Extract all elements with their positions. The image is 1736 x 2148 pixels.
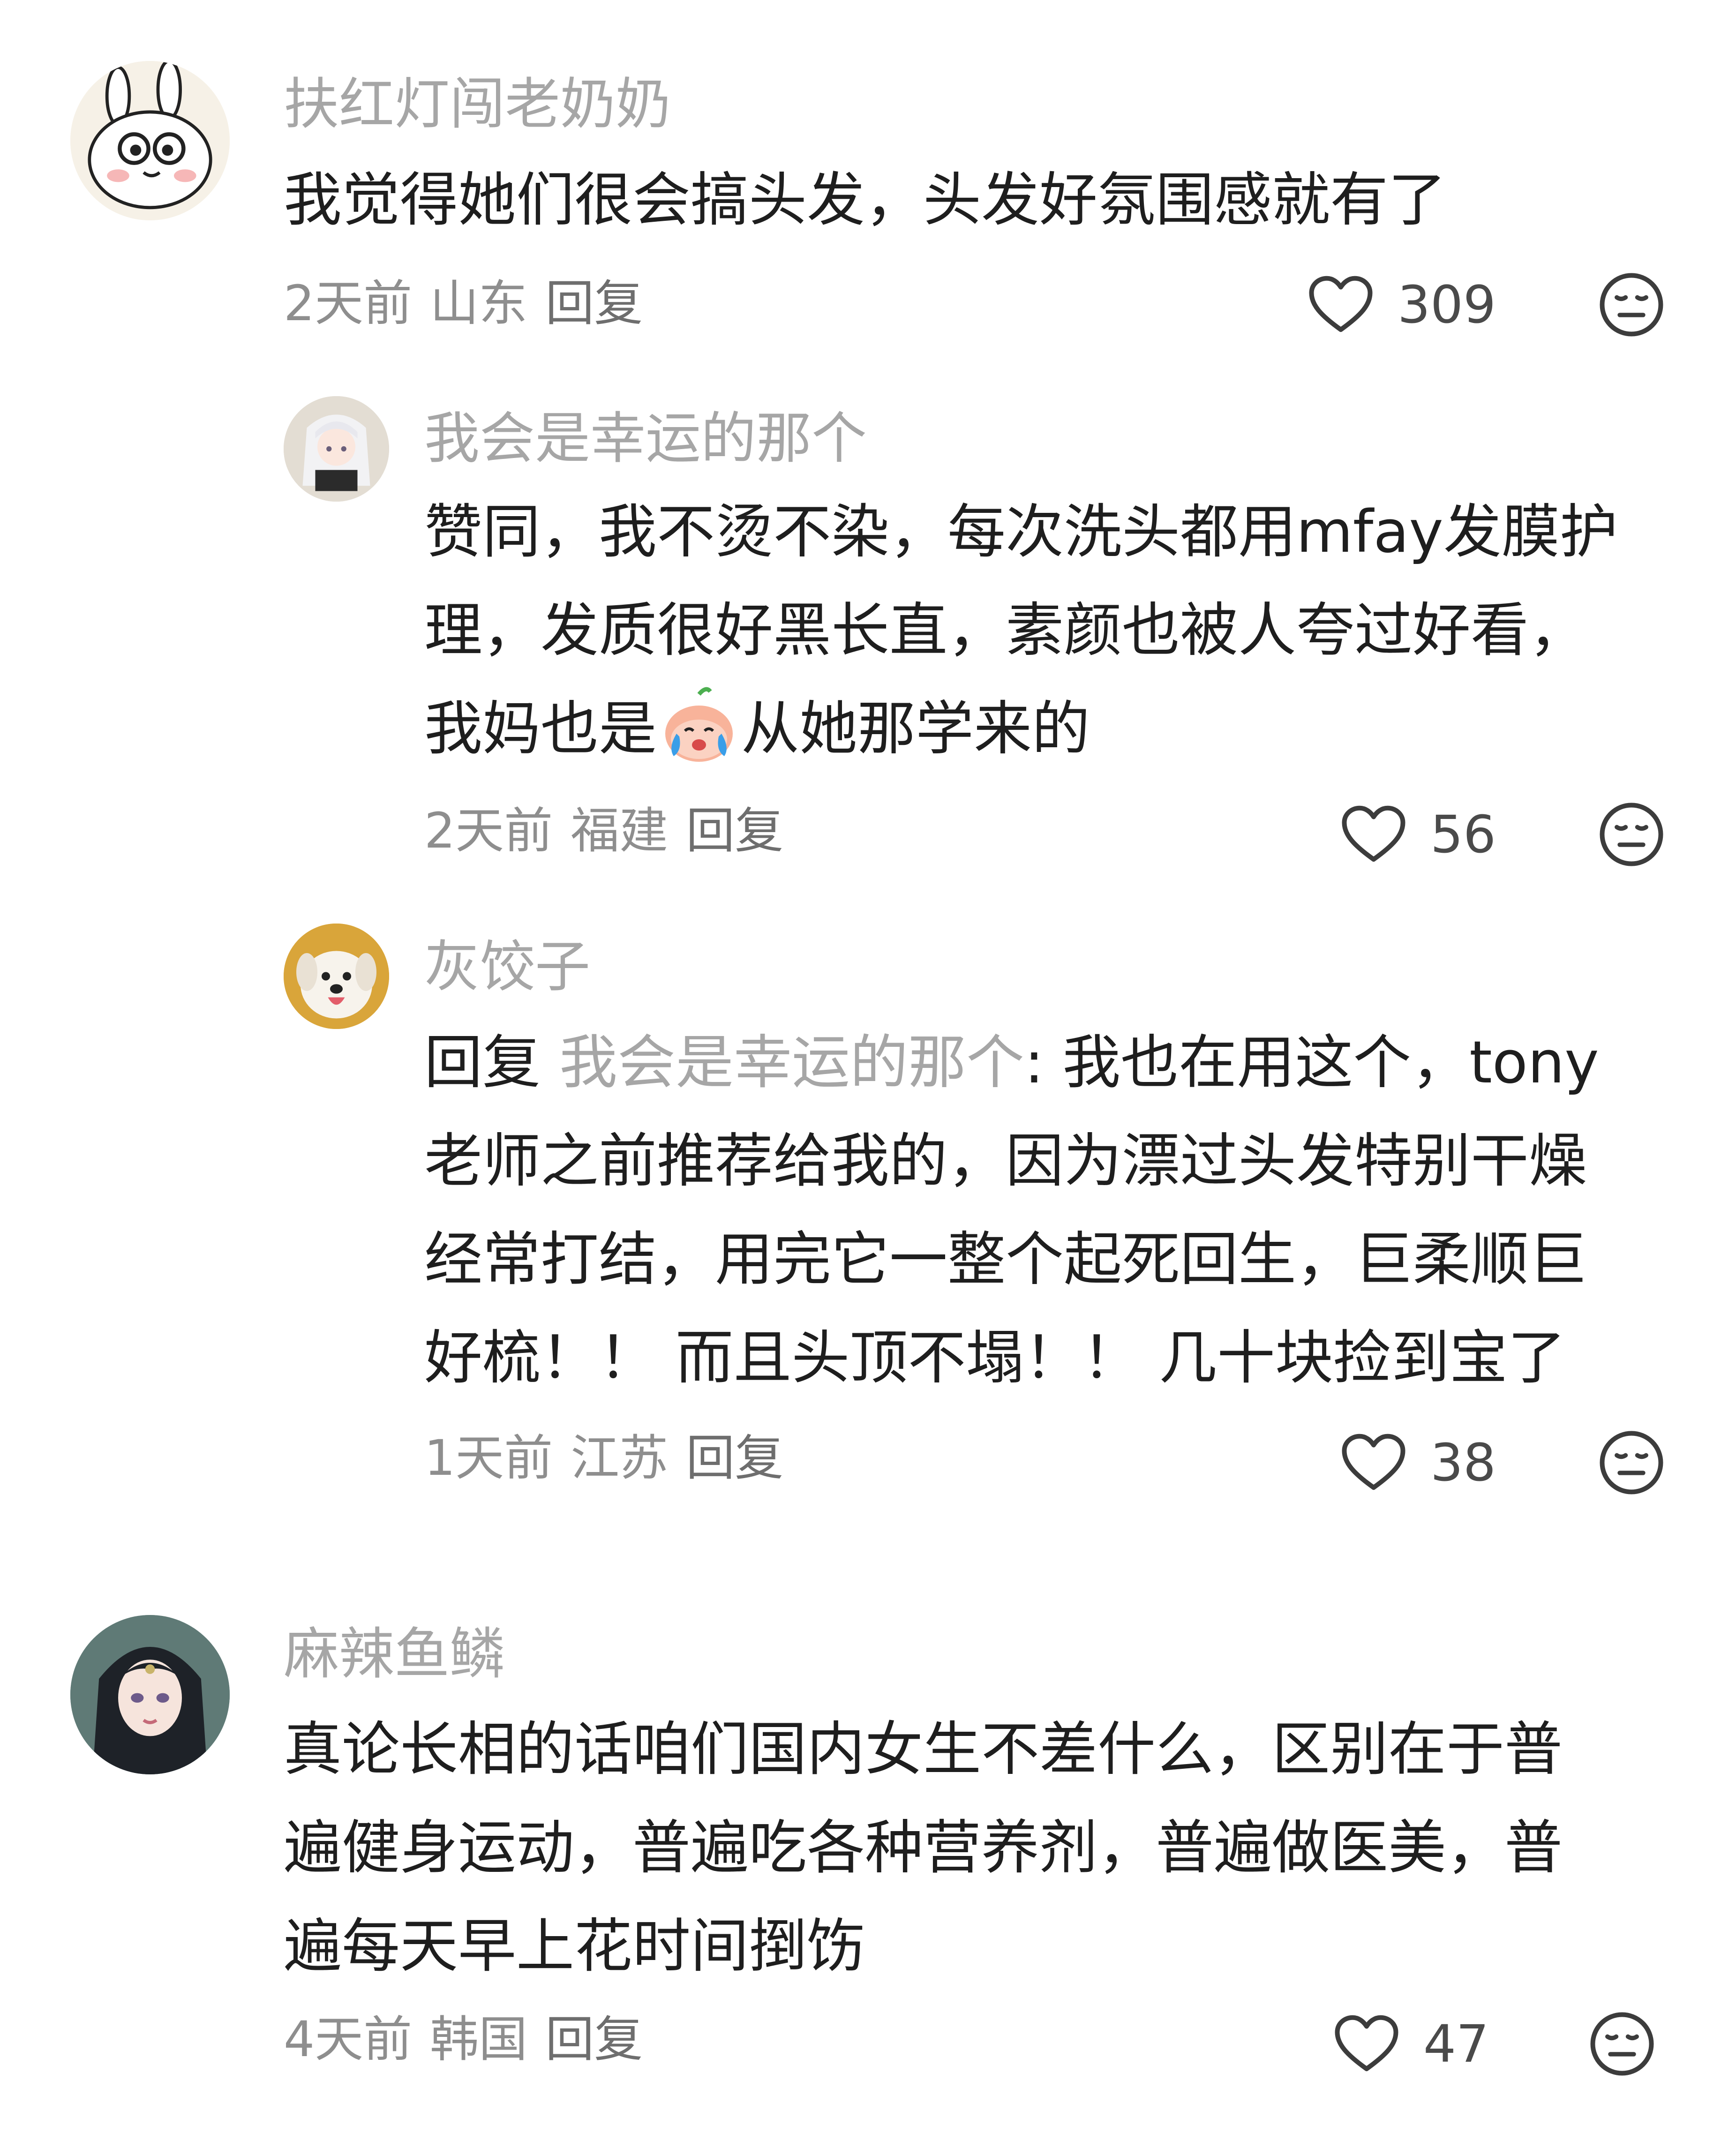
user-avatar[interactable] [284, 396, 389, 502]
like-button[interactable]: 56 [1338, 799, 1496, 870]
comment-line: 遍每天早上花时间捯饬 [284, 1913, 865, 1980]
comment-line-part: 从她那学来的 [741, 695, 1090, 763]
comment-line-part: : 我也在用这个，tony [1024, 1029, 1599, 1097]
location: 福建 [571, 802, 669, 859]
like-count: 38 [1430, 1433, 1496, 1493]
comment-line: 我觉得她们很会搞头发，头发好氛围感就有了 [284, 166, 1447, 234]
comment-line: 回复 我会是幸运的那个: 我也在用这个，tony [424, 1014, 1599, 1112]
comment-line: 遍健身运动，普遍吃各种营养剂，普遍做医美，普 [284, 1814, 1563, 1882]
reply-target-username[interactable]: 我会是幸运的那个 [559, 1029, 1024, 1097]
comment-line-part: 我妈也是 [424, 695, 657, 763]
dog-avatar-icon [284, 924, 389, 1029]
like-button[interactable]: 38 [1338, 1427, 1496, 1498]
timestamp: 2天前 [284, 275, 413, 332]
comment-text: 回复 我会是幸运的那个: 我也在用这个，tony 老师之前推荐给我的，因为漂过头发… [424, 1014, 1599, 1407]
like-count: 56 [1430, 804, 1496, 864]
username[interactable]: 麻辣鱼鳞 [284, 1621, 505, 1687]
like-button[interactable]: 47 [1331, 2009, 1489, 2079]
like-count: 309 [1398, 275, 1496, 335]
user-avatar[interactable] [70, 61, 230, 220]
comment-line: 理，发质很好黑长直，素颜也被人夸过好看， [424, 597, 1587, 664]
comment-line: 经常打结，用完它一整个起死回生，巨柔顺巨 [424, 1226, 1587, 1293]
user-avatar[interactable] [284, 924, 389, 1029]
comment-text: 我觉得她们很会搞头发，头发好氛围感就有了 [284, 151, 1446, 249]
reply-item: 我会是幸运的那个 赞同，我不烫不染，每次洗头都用mfay发膜护 理，发质很好黑长… [0, 375, 1736, 891]
reply-button[interactable]: 回复 [686, 1429, 783, 1487]
portrait-avatar-icon [70, 1615, 230, 1774]
comment-meta: 4天前 韩国 回复 [284, 2009, 643, 2070]
username[interactable]: 扶红灯闯老奶奶 [284, 71, 671, 137]
dislike-button[interactable] [1587, 2009, 1657, 2079]
heart-icon [1342, 1434, 1405, 1490]
like-button[interactable]: 309 [1306, 270, 1496, 340]
meh-face-icon [1600, 803, 1663, 866]
username[interactable]: 灰饺子 [424, 934, 590, 999]
comment-meta: 2天前 福建 回复 [424, 800, 783, 861]
comment-line: 老师之前推荐给我的，因为漂过头发特别干燥 [424, 1127, 1587, 1195]
location: 山东 [430, 275, 528, 332]
like-count: 47 [1423, 2014, 1489, 2074]
comment-text: 真论长相的话咱们国内女生不差什么，区别在于普 遍健身运动，普遍吃各种营养剂，普遍… [284, 1700, 1563, 1996]
comment-meta: 1天前 江苏 回复 [424, 1427, 783, 1488]
comment-line: 赞同，我不烫不染，每次洗头都用mfay发膜护 [424, 498, 1618, 566]
comment-line: 我妈也是 从她那学来的 [424, 680, 1618, 778]
location: 江苏 [571, 1429, 669, 1487]
comment-meta: 2天前 山东 回复 [284, 273, 643, 334]
dislike-button[interactable] [1596, 799, 1667, 870]
dislike-button[interactable] [1596, 1427, 1667, 1498]
reply-button[interactable]: 回复 [686, 802, 783, 859]
username[interactable]: 我会是幸运的那个 [424, 406, 867, 471]
timestamp: 1天前 [424, 1429, 553, 1487]
timestamp: 2天前 [424, 802, 553, 859]
meh-face-icon [1590, 2012, 1654, 2076]
heart-icon [1342, 805, 1405, 862]
comment-item: 扶红灯闯老奶奶 我觉得她们很会搞头发，头发好氛围感就有了 2天前 山东 回复 309 [0, 0, 1736, 375]
user-avatar[interactable] [70, 1615, 230, 1774]
crying-peach-emoji-icon [657, 683, 741, 767]
timestamp: 4天前 [284, 2011, 413, 2068]
reply-item: 灰饺子 回复 我会是幸运的那个: 我也在用这个，tony 老师之前推荐给我的，因为… [0, 891, 1736, 1570]
reply-button[interactable]: 回复 [545, 275, 643, 332]
reply-button[interactable]: 回复 [545, 2011, 643, 2068]
comment-line: 好梳！！ 而且头顶不塌！！ 几十块捡到宝了 [424, 1324, 1566, 1392]
bunny-avatar-icon [70, 61, 230, 220]
reply-prefix: 回复 [424, 1029, 541, 1097]
location: 韩国 [430, 2011, 528, 2068]
comment-line: 真论长相的话咱们国内女生不差什么，区别在于普 [284, 1716, 1563, 1783]
meh-face-icon [1600, 273, 1663, 337]
dislike-button[interactable] [1596, 270, 1667, 340]
heart-icon [1309, 276, 1373, 332]
comment-text: 赞同，我不烫不染，每次洗头都用mfay发膜护 理，发质很好黑长直，素颜也被人夸过… [424, 483, 1618, 778]
heart-icon [1335, 2015, 1398, 2072]
meh-face-icon [1600, 1431, 1663, 1495]
comment-item: 麻辣鱼鳞 真论长相的话咱们国内女生不差什么，区别在于普 遍健身运动，普遍吃各种营… [0, 1570, 1736, 2148]
anime-girl-avatar-icon [284, 396, 389, 502]
